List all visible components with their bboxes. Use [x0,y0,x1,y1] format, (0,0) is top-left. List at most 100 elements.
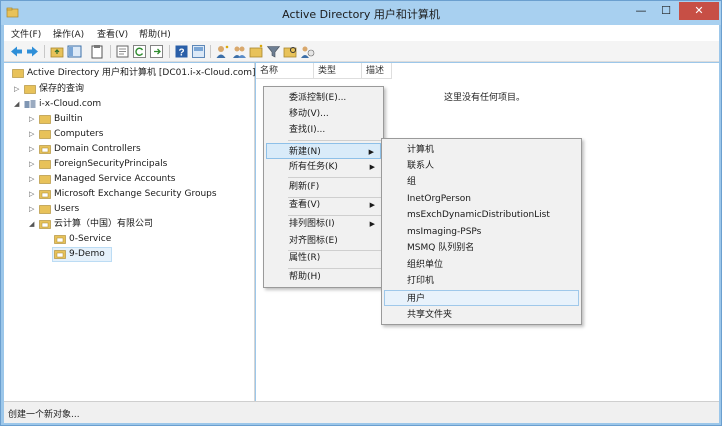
new-ou-icon[interactable] [249,44,264,59]
close-button[interactable]: ✕ [679,2,719,20]
menu-item-label: 所有任务(K) [289,162,338,172]
submenu-arrow-icon: ▶ [369,220,375,228]
menu-item-move[interactable]: 移动(V)... [289,106,381,122]
menu-item-label: 排列图标(I) [289,219,335,229]
toolbar-separator [210,45,211,58]
submenu-item-contact[interactable]: 联系人 [407,158,579,174]
expand-arrow-icon[interactable]: ▷ [29,142,37,156]
tree-root-label: Active Directory 用户和计算机 [DC01.i-x-Cloud.… [27,68,256,78]
status-bar: 创建一个新对象... [4,401,719,423]
menu-view[interactable]: 查看(V) [97,27,128,40]
title-bar[interactable]: Active Directory 用户和计算机 — ☐ ✕ [1,1,721,25]
svg-text:?: ? [178,48,184,59]
minimize-button[interactable]: — [629,2,653,20]
submenu-arrow-icon: ▶ [369,163,375,171]
submenu-item-organizational-unit[interactable]: 组织单位 [407,257,579,273]
toolbar: ? [4,41,719,62]
ou-folder-icon [39,220,51,229]
submenu-item-shared-folder[interactable]: 共享文件夹 [407,307,579,323]
find-icon[interactable] [283,44,298,59]
expand-arrow-icon[interactable]: ▷ [29,187,37,201]
folder-icon [39,130,51,139]
expand-arrow-icon[interactable]: ▷ [29,127,37,141]
export-list-icon[interactable] [149,44,164,59]
menu-item-refresh[interactable]: 刷新(F) [289,179,381,195]
column-header-description[interactable]: 描述 [362,63,392,79]
folder-icon [24,85,36,94]
column-header-name[interactable]: 名称 [256,63,314,79]
submenu-item-group[interactable]: 组 [407,174,579,190]
empty-list-message: 这里没有任何项目。 [444,93,526,103]
tree-item-label: Domain Controllers [54,144,141,154]
menu-item-properties[interactable]: 属性(R) [289,250,381,266]
tree-item-label: 9-Demo [69,249,105,259]
menu-item-delegate-control[interactable]: 委派控制(E)... [289,90,381,106]
menu-action[interactable]: 操作(A) [53,27,84,40]
menu-help[interactable]: 帮助(H) [139,27,171,40]
filter-icon[interactable] [266,44,281,59]
show-hide-tree-icon[interactable] [67,44,82,59]
up-folder-icon[interactable] [50,44,65,59]
collapse-arrow-icon[interactable]: ◢ [14,97,22,111]
ou-folder-icon [54,235,66,244]
submenu-item-msimaging-psps[interactable]: msImaging-PSPs [407,224,579,240]
expand-arrow-icon[interactable]: ▷ [29,157,37,171]
submenu-item-dynamic-distribution-list[interactable]: msExchDynamicDistributionList [407,207,579,223]
maximize-button[interactable]: ☐ [654,2,678,20]
menu-item-label: 新建(N) [289,147,321,157]
menu-item-view[interactable]: 查看(V) ▶ [289,197,381,213]
folder-icon [39,115,51,124]
expand-arrow-icon[interactable]: ▷ [29,202,37,216]
menu-item-label: 查看(V) [289,200,321,210]
menu-file[interactable]: 文件(F) [11,27,41,40]
forward-arrow-icon[interactable] [25,44,40,59]
context-menu: 委派控制(E)... 移动(V)... 查找(I)... 新建(N) ▶ 所有任… [263,86,384,288]
menu-item-new[interactable]: 新建(N) ▶ [266,143,381,159]
new-user-icon[interactable] [215,44,230,59]
menu-item-find[interactable]: 查找(I)... [289,122,381,138]
help-icon[interactable]: ? [174,44,189,59]
back-arrow-icon[interactable] [9,44,24,59]
menu-bar: 文件(F) 操作(A) 查看(V) 帮助(H) [4,25,719,41]
folder-icon [39,175,51,184]
tree-item-label: Builtin [54,114,83,124]
folder-icon [39,205,51,214]
menu-item-line-up-icons[interactable]: 对齐图标(E) [289,233,381,249]
clipboard-icon[interactable] [90,44,105,59]
expand-arrow-icon[interactable]: ▷ [29,172,37,186]
submenu-item-inetorgperson[interactable]: InetOrgPerson [407,191,579,207]
console-tree-icon[interactable] [191,44,206,59]
menu-item-arrange-icons[interactable]: 排列图标(I) ▶ [289,216,381,232]
toolbar-separator [44,45,45,58]
ou-folder-icon [39,190,51,199]
properties-icon[interactable] [115,44,130,59]
status-text: 创建一个新对象... [8,410,80,420]
tree-item-label: 0-Service [69,234,112,244]
tree-item-label: Users [54,204,80,214]
console-tree: Active Directory 用户和计算机 [DC01.i-x-Cloud.… [4,63,256,401]
tree-item-label: Computers [54,129,104,139]
expand-arrow-icon[interactable]: ▷ [29,112,37,126]
menu-item-help[interactable]: 帮助(H) [289,269,381,285]
ad-users-computers-icon [12,69,24,78]
menu-item-all-tasks[interactable]: 所有任务(K) ▶ [289,159,381,175]
submenu-item-computer[interactable]: 计算机 [407,142,579,158]
menu-separator [288,140,382,141]
expand-arrow-icon[interactable]: ▷ [14,82,22,96]
tree-item-label: Managed Service Accounts [54,174,176,184]
submenu-item-msmq-queue-alias[interactable]: MSMQ 队列别名 [407,240,579,256]
submenu-item-user[interactable]: 用户 [384,290,579,306]
folder-icon [39,160,51,169]
tree-item-label: ForeignSecurityPrincipals [54,159,168,169]
toolbar-separator [169,45,170,58]
window-title: Active Directory 用户和计算机 [282,8,440,21]
new-group-icon[interactable] [232,44,247,59]
column-header-type[interactable]: 类型 [314,63,362,79]
add-to-group-icon[interactable] [300,44,315,59]
collapse-arrow-icon[interactable]: ◢ [29,217,37,231]
menu-separator [288,177,382,178]
toolbar-separator [110,45,111,58]
new-submenu: 计算机 联系人 组 InetOrgPerson msExchDynamicDis… [381,138,582,325]
submenu-item-printer[interactable]: 打印机 [407,273,579,289]
refresh-icon[interactable] [132,44,147,59]
